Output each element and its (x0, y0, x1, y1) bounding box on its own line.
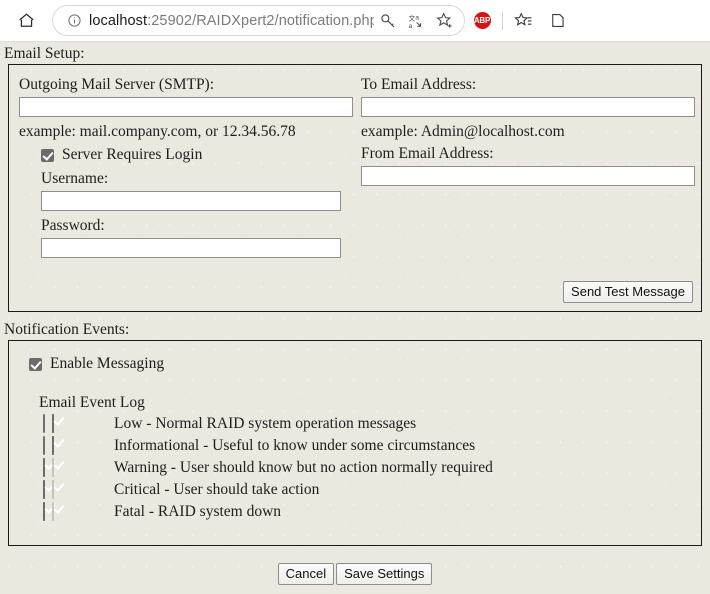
smtp-hint: example: mail.company.com, or 12.34.56.7… (19, 123, 296, 140)
event-description: Critical - User should take action (114, 481, 320, 498)
to-email-input[interactable] (361, 97, 695, 117)
enable-messaging-label: Enable Messaging (50, 355, 165, 372)
translate-icon[interactable]: 文 a a (402, 7, 430, 35)
from-email-label: From Email Address: (361, 145, 494, 162)
search-key-icon[interactable] (374, 7, 402, 35)
event-description: Low - Normal RAID system operation messa… (114, 415, 417, 432)
event-row: Informational - Useful to know under som… (9, 435, 701, 457)
event-log-cell (52, 502, 114, 521)
favorites-list-icon (513, 12, 531, 26)
event-rows: Low - Normal RAID system operation messa… (9, 413, 701, 523)
event-row: Warning - User should know but no action… (9, 457, 701, 479)
info-circle-icon[interactable] (63, 10, 85, 32)
enable-messaging-checkbox[interactable] (29, 357, 42, 371)
password-label: Password: (41, 217, 105, 234)
event-log-cell (52, 436, 114, 455)
event-log-cell (52, 480, 114, 499)
svg-text:文: 文 (409, 13, 416, 22)
address-bar-text[interactable]: localhost:25902/RAIDXpert2/notification.… (85, 13, 374, 29)
partial-icon (551, 14, 564, 27)
event-email-checkbox[interactable] (43, 480, 45, 499)
notification-events-panel: Enable Messaging Email Event Log Low - N… (8, 340, 702, 546)
notification-events-heading: Notification Events: (4, 321, 130, 338)
toolbar-divider (502, 11, 503, 30)
send-test-message-button[interactable]: Send Test Message (563, 281, 693, 303)
event-description: Fatal - RAID system down (114, 503, 282, 520)
browser-toolbar: localhost:25902/RAIDXpert2/notification.… (0, 0, 710, 41)
event-email-cell (9, 458, 52, 477)
favorites-list-button[interactable] (506, 0, 540, 41)
event-log-checkbox (52, 480, 54, 499)
star-add-icon[interactable] (430, 7, 458, 35)
event-row: Critical - User should take action (9, 479, 701, 501)
smtp-input[interactable] (19, 97, 353, 117)
footer-buttons: Cancel Save Settings (0, 563, 710, 585)
svg-text:a: a (409, 22, 413, 29)
password-input[interactable] (41, 238, 341, 258)
home-icon (18, 13, 34, 27)
adblock-plus-button[interactable]: ABP (465, 0, 499, 41)
event-description: Informational - Useful to know under som… (114, 437, 476, 454)
server-requires-login-label: Server Requires Login (62, 146, 203, 163)
event-log-checkbox (52, 502, 54, 521)
event-description: Warning - User should know but no action… (114, 459, 493, 476)
email-setup-left-column: Outgoing Mail Server (SMTP): example: ma… (9, 75, 361, 258)
from-email-input[interactable] (361, 166, 695, 186)
event-columns-header: Email Event Log (39, 394, 145, 411)
event-email-cell (9, 436, 52, 455)
svg-text:a: a (415, 14, 419, 21)
server-requires-login-checkbox[interactable] (41, 148, 54, 162)
event-log-checkbox (52, 458, 54, 477)
event-email-cell (9, 414, 52, 433)
username-input[interactable] (41, 191, 341, 211)
page-content: Email Setup: Outgoing Mail Server (SMTP)… (0, 43, 710, 594)
event-email-cell (9, 480, 52, 499)
event-log-cell (52, 458, 114, 477)
enable-messaging-row[interactable]: Enable Messaging (9, 341, 701, 374)
event-row: Low - Normal RAID system operation messa… (9, 413, 701, 435)
event-email-checkbox[interactable] (43, 436, 45, 455)
email-setup-panel: Outgoing Mail Server (SMTP): example: ma… (8, 64, 702, 312)
event-log-checkbox[interactable] (52, 436, 54, 455)
email-setup-right-column: To Email Address: example: Admin@localho… (361, 75, 701, 258)
to-email-label: To Email Address: (361, 76, 477, 93)
event-email-checkbox[interactable] (43, 458, 45, 477)
event-email-checkbox[interactable] (43, 502, 45, 521)
username-label: Username: (41, 170, 109, 187)
cancel-button[interactable]: Cancel (277, 563, 335, 585)
server-requires-login-row[interactable]: Server Requires Login (19, 141, 361, 165)
home-button[interactable] (0, 0, 52, 41)
address-bar[interactable]: localhost:25902/RAIDXpert2/notification.… (52, 5, 465, 36)
event-row: Fatal - RAID system down (9, 501, 701, 523)
to-email-hint: example: Admin@localhost.com (361, 123, 565, 140)
event-email-checkbox[interactable] (43, 414, 45, 433)
address-bar-path: :25902/RAIDXpert2/notification.php (147, 12, 374, 29)
event-log-cell (52, 414, 114, 433)
save-settings-button[interactable]: Save Settings (336, 563, 433, 585)
toolbar-overflow-button[interactable] (540, 0, 574, 41)
email-setup-heading: Email Setup: (4, 45, 85, 62)
smtp-label: Outgoing Mail Server (SMTP): (19, 76, 215, 93)
address-bar-host: localhost (89, 12, 148, 29)
adblock-badge: ABP (473, 12, 491, 29)
event-log-checkbox[interactable] (52, 414, 54, 433)
event-email-cell (9, 502, 52, 521)
